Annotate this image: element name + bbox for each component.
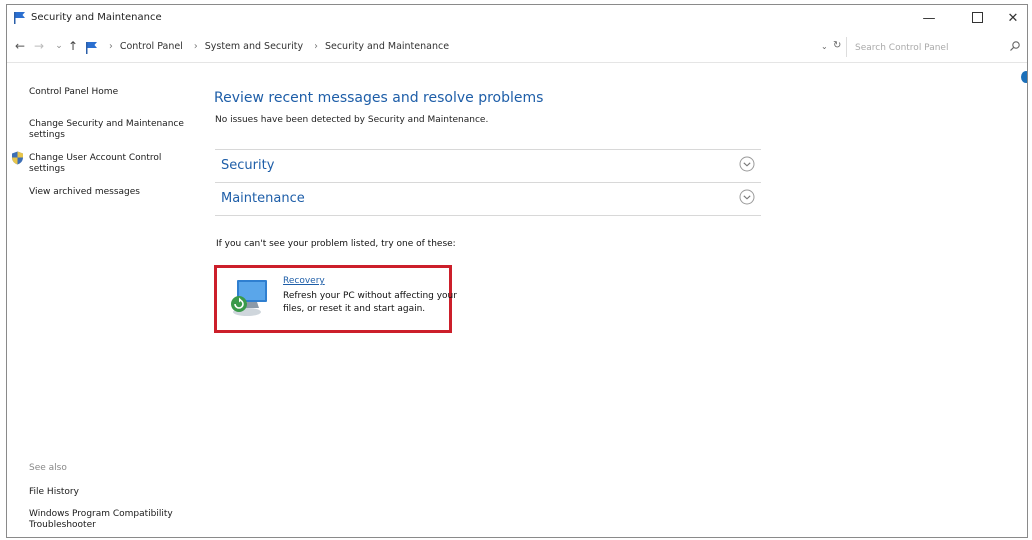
search-icon[interactable] bbox=[1009, 40, 1021, 52]
view-archived-messages-link[interactable]: View archived messages bbox=[29, 187, 189, 198]
forward-button[interactable]: → bbox=[31, 39, 47, 53]
address-dropdown-button[interactable]: ⌄ bbox=[821, 42, 828, 51]
breadcrumb-separator[interactable]: › bbox=[314, 41, 318, 52]
close-button[interactable]: ✕ bbox=[993, 7, 1027, 31]
change-security-settings-link[interactable]: Change Security and Maintenance settings bbox=[29, 119, 189, 141]
shield-icon bbox=[12, 151, 23, 165]
recovery-icon bbox=[231, 280, 267, 316]
recovery-description: Refresh your PC without affecting your f… bbox=[283, 291, 457, 314]
recovery-link[interactable]: Recovery bbox=[283, 276, 325, 286]
breadcrumb: › Control Panel › System and Security › … bbox=[105, 41, 453, 52]
maintenance-section-label[interactable]: Maintenance bbox=[221, 191, 305, 206]
page-title: Review recent messages and resolve probl… bbox=[214, 90, 544, 106]
minimize-button[interactable]: — bbox=[909, 7, 949, 31]
scroll-indicator bbox=[1021, 71, 1027, 83]
flag-icon bbox=[14, 12, 25, 24]
address-bar: ← → ⌄ ↑ › Control Panel › System and Sec… bbox=[7, 35, 1027, 61]
search-box bbox=[846, 37, 1024, 57]
control-panel-window: Security and Maintenance — ✕ ← → ⌄ ↑ › C… bbox=[6, 4, 1028, 538]
control-panel-home-link[interactable]: Control Panel Home bbox=[29, 87, 189, 98]
breadcrumb-security-and-maintenance[interactable]: Security and Maintenance bbox=[325, 41, 449, 52]
problem-hint-text: If you can't see your problem listed, tr… bbox=[216, 239, 456, 249]
breadcrumb-separator[interactable]: › bbox=[109, 41, 113, 52]
chevron-down-icon[interactable] bbox=[739, 156, 755, 172]
breadcrumb-system-and-security[interactable]: System and Security bbox=[205, 41, 303, 52]
breadcrumb-control-panel[interactable]: Control Panel bbox=[120, 41, 183, 52]
see-also-heading: See also bbox=[29, 463, 67, 473]
breadcrumb-separator[interactable]: › bbox=[194, 41, 198, 52]
back-button[interactable]: ← bbox=[12, 39, 28, 53]
compatibility-troubleshooter-link[interactable]: Windows Program Compatibility Troublesho… bbox=[29, 509, 189, 531]
up-button[interactable]: ↑ bbox=[65, 39, 81, 53]
file-history-link[interactable]: File History bbox=[29, 487, 189, 498]
left-pane: Control Panel Home Change Security and M… bbox=[7, 63, 197, 537]
security-section-label[interactable]: Security bbox=[221, 158, 274, 173]
refresh-icon[interactable]: ↻ bbox=[833, 40, 841, 51]
maximize-icon bbox=[971, 11, 983, 23]
maximize-button[interactable] bbox=[957, 7, 997, 31]
security-section-header[interactable]: Security bbox=[215, 149, 761, 179]
title-bar: Security and Maintenance — ✕ bbox=[7, 5, 1027, 33]
recovery-item[interactable]: Recovery Refresh your PC without affecti… bbox=[214, 265, 457, 333]
window-title: Security and Maintenance bbox=[31, 12, 162, 23]
status-message: No issues have been detected by Security… bbox=[215, 115, 489, 125]
change-uac-settings-link[interactable]: Change User Account Control settings bbox=[29, 153, 189, 175]
search-input[interactable] bbox=[853, 39, 1007, 57]
chevron-down-icon[interactable] bbox=[739, 189, 755, 205]
flag-icon bbox=[86, 42, 97, 54]
maintenance-section-header[interactable]: Maintenance bbox=[215, 182, 761, 216]
